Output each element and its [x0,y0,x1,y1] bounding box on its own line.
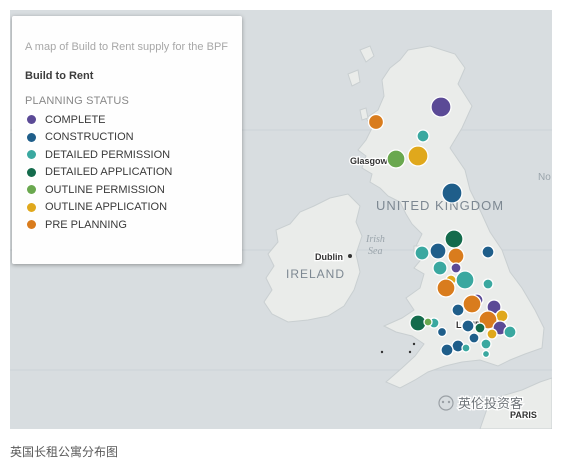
marker-detailed-permission[interactable] [432,260,448,276]
marker-detailed-permission[interactable] [480,338,492,350]
sea-label-irish-1: Irish [365,234,385,245]
map-view[interactable]: UNITED KINGDOM IRELAND Irish Sea No Glas… [10,10,552,429]
city-label-glasgow: Glasgow [350,156,389,166]
marker-outline-permission[interactable] [386,149,406,169]
marker-detailed-permission[interactable] [416,129,430,143]
marker-complete[interactable] [450,262,462,274]
legend-item-label: OUTLINE PERMISSION [45,183,165,196]
sea-label-irish-2: Sea [368,246,382,257]
legend-item[interactable]: OUTLINE PERMISSION [25,181,230,199]
legend-item[interactable]: CONSTRUCTION [25,129,230,147]
map-legend: A map of Build to Rent supply for the BP… [12,16,242,264]
marker-detailed-permission[interactable] [481,349,491,359]
marker-complete[interactable] [430,96,452,118]
legend-item-label: OUTLINE APPLICATION [45,201,168,214]
legend-color-swatch [27,132,36,142]
legend-color-swatch [27,115,36,125]
legend-item-label: DETAILED PERMISSION [45,148,171,161]
legend-item[interactable]: COMPLETE [25,111,230,129]
marker-construction[interactable] [441,182,463,204]
legend-color-swatch [27,167,36,177]
marker-detailed-permission[interactable] [461,343,471,353]
legend-item[interactable]: OUTLINE APPLICATION [25,199,230,217]
legend-subtitle: A map of Build to Rent supply for the BP… [25,41,228,53]
legend-item[interactable]: DETAILED PERMISSION [25,146,230,164]
marker-detailed-permission[interactable] [414,245,430,261]
marker-outline-application[interactable] [407,145,429,167]
marker-outline-permission[interactable] [423,317,433,327]
marker-construction[interactable] [468,332,480,344]
marker-pre-planning[interactable] [447,247,465,265]
legend-section-label: PLANNING STATUS [25,95,130,107]
marker-detailed-application[interactable] [444,229,464,249]
legend-color-swatch [27,150,36,160]
city-dot-dublin [348,254,352,258]
marker-construction[interactable] [481,245,495,259]
country-label-uk: UNITED KINGDOM [376,198,504,213]
marker-detailed-application[interactable] [474,322,486,334]
image-caption: 英国长租公寓分布图 [10,445,119,459]
marker-detailed-permission[interactable] [455,270,475,290]
legend-item-label: DETAILED APPLICATION [45,166,173,179]
legend-item-label: CONSTRUCTION [45,131,134,144]
marker-outline-application[interactable] [486,328,498,340]
watermark-text: 英伦投资客 [458,396,523,412]
legend-item[interactable]: PRE PLANNING [25,216,230,234]
legend-item-label: PRE PLANNING [45,218,127,231]
marker-construction[interactable] [451,303,465,317]
marker-pre-planning[interactable] [462,294,482,314]
marker-pre-planning[interactable] [436,278,456,298]
marker-detailed-permission[interactable] [503,325,517,339]
city-label-dublin: Dublin [315,252,343,262]
legend-items: COMPLETE CONSTRUCTION DETAILED PERMISSION D… [25,111,230,234]
marker-pre-planning[interactable] [367,113,385,131]
legend-color-swatch [27,202,36,212]
marker-construction[interactable] [436,326,448,338]
legend-title: Build to Rent [25,70,94,82]
marker-construction[interactable] [429,242,447,260]
legend-color-swatch [27,185,36,195]
legend-color-swatch [27,220,36,230]
marker-construction[interactable] [440,343,454,357]
marker-detailed-permission[interactable] [482,278,494,290]
marker-outline-application[interactable] [495,309,509,323]
marker-construction[interactable] [461,319,475,333]
legend-item-label: COMPLETE [45,113,106,126]
legend-item[interactable]: DETAILED APPLICATION [25,164,230,182]
country-label-ireland: IRELAND [286,267,345,281]
sea-label-north: No [538,172,551,183]
